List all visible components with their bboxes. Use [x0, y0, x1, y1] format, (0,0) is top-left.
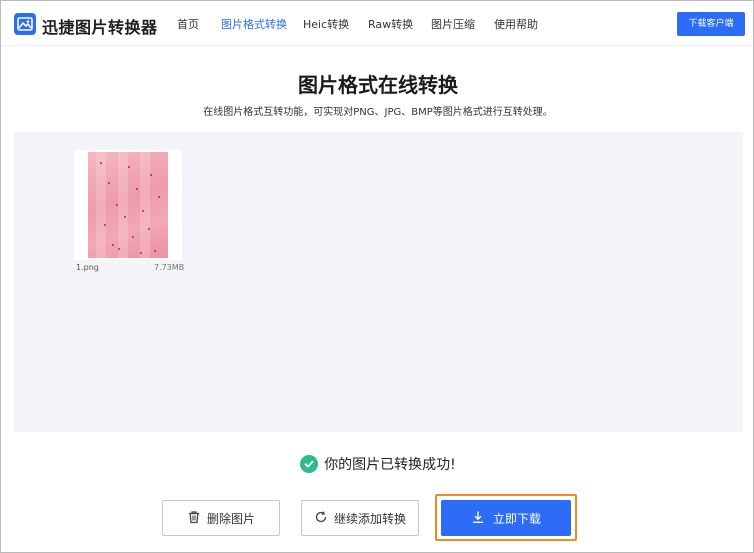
nav-home[interactable]: 首页: [177, 16, 199, 32]
continue-add-label: 继续添加转换: [333, 511, 406, 526]
download-client-button[interactable]: 下载客户端: [677, 12, 745, 36]
success-message: 你的图片已转换成功!: [324, 457, 456, 473]
app-window: 迅捷图片转换器 首页 图片格式转换 Heic转换 Raw转换 图片压缩 使用帮助…: [0, 0, 754, 553]
download-icon: [471, 510, 485, 527]
image-thumbnail: [88, 152, 168, 258]
continue-add-button[interactable]: 继续添加转换: [301, 500, 419, 536]
image-logo-icon[interactable]: [14, 13, 36, 35]
refresh-icon: [314, 510, 328, 527]
delete-image-label: 删除图片: [206, 511, 255, 526]
file-work-area: 1.png 7.73MB: [14, 132, 743, 432]
download-now-label: 立即下载: [492, 511, 541, 526]
top-header: 迅捷图片转换器 首页 图片格式转换 Heic转换 Raw转换 图片压缩 使用帮助…: [2, 2, 753, 46]
brand-name[interactable]: 迅捷图片转换器: [42, 14, 158, 38]
nav-heic-convert[interactable]: Heic转换: [303, 16, 349, 32]
trash-icon: [187, 510, 201, 527]
nav-help[interactable]: 使用帮助: [494, 16, 538, 32]
nav-raw-convert[interactable]: Raw转换: [368, 16, 413, 32]
file-size: 7.73MB: [154, 263, 185, 272]
check-circle-icon: [300, 455, 319, 473]
page-subtitle: 在线图片格式互转功能，可实现对PNG、JPG、BMP等图片格式进行互转处理。: [203, 107, 553, 118]
success-status: 你的图片已转换成功!: [1, 454, 753, 474]
nav-image-compress[interactable]: 图片压缩: [431, 16, 475, 32]
file-name: 1.png: [76, 263, 99, 272]
delete-image-button[interactable]: 删除图片: [162, 500, 280, 536]
download-now-button[interactable]: 立即下载: [441, 500, 571, 536]
nav-image-format-convert[interactable]: 图片格式转换: [221, 16, 287, 32]
page-title: 图片格式在线转换: [298, 73, 458, 97]
file-card[interactable]: [74, 150, 182, 260]
